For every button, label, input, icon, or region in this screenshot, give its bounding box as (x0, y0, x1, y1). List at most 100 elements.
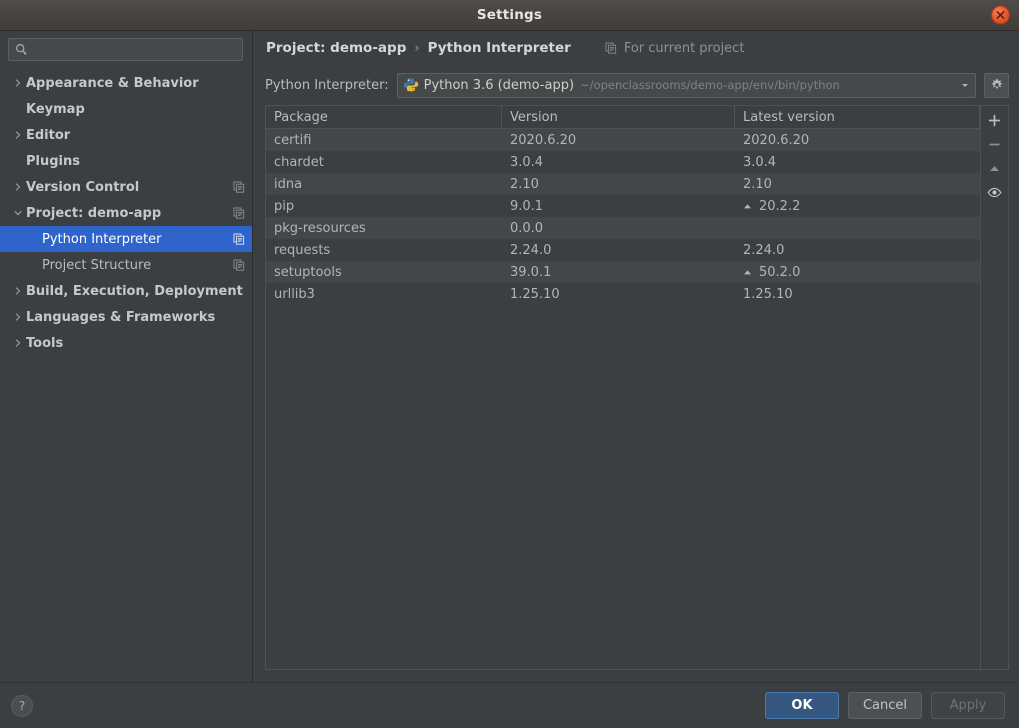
cancel-button[interactable]: Cancel (847, 692, 922, 719)
sidebar-item-editor[interactable]: Editor (0, 122, 252, 148)
column-header-latest-version[interactable]: Latest version (735, 106, 980, 128)
packages-table-area: Package Version Latest version certifi 2… (265, 105, 1009, 670)
python-venv-icon (403, 77, 419, 93)
chevron-right-icon[interactable] (10, 183, 26, 191)
table-row[interactable]: urllib3 1.25.10 1.25.10 (266, 283, 980, 305)
cell-package: pip (274, 198, 295, 214)
cell-version: 0.0.0 (510, 220, 544, 236)
close-icon[interactable] (991, 5, 1010, 25)
table-row[interactable]: idna 2.10 2.10 (266, 173, 980, 195)
ok-button[interactable]: OK (764, 692, 839, 719)
cell-package: pkg-resources (274, 220, 366, 236)
column-header-package[interactable]: Package (266, 106, 502, 128)
cell-version: 2.24.0 (510, 242, 552, 258)
dialog-body: Appearance & Behavior Keymap Editor Plug… (0, 31, 1019, 682)
show-early-releases-button[interactable] (982, 181, 1008, 203)
sidebar-item-build-execution-deployment[interactable]: Build, Execution, Deployment (0, 278, 252, 304)
scope-hint-label: For current project (623, 40, 745, 56)
sidebar-item-tools[interactable]: Tools (0, 330, 252, 356)
title-bar: Settings (0, 0, 1019, 31)
chevron-down-icon[interactable] (10, 209, 26, 217)
search-input[interactable] (32, 42, 236, 57)
chevron-right-icon[interactable] (10, 339, 26, 347)
interpreter-settings-button[interactable] (984, 72, 1009, 98)
sidebar-item-appearance-behavior[interactable]: Appearance & Behavior (0, 70, 252, 96)
cell-latest-version: 2.10 (735, 173, 980, 195)
latest-version-text: 3.0.4 (743, 154, 777, 170)
cell-latest-version: 2020.6.20 (735, 129, 980, 151)
latest-version-text: 50.2.0 (759, 264, 801, 280)
search-box[interactable] (8, 38, 243, 61)
apply-button: Apply (931, 692, 1005, 719)
cell-latest-version: 1.25.10 (735, 283, 980, 305)
sidebar-item-languages-frameworks[interactable]: Languages & Frameworks (0, 304, 252, 330)
interpreter-name: Python 3.6 (demo-app) (423, 77, 575, 93)
table-row[interactable]: requests 2.24.0 2.24.0 (266, 239, 980, 261)
dialog-footer: ? OK Cancel Apply (0, 682, 1019, 728)
sidebar-item-label: Project Structure (42, 257, 152, 273)
cell-latest-version (735, 217, 980, 239)
cell-package: chardet (274, 154, 324, 170)
copy-module-icon (232, 258, 246, 272)
sidebar-item-project-demo-app[interactable]: Project: demo-app (0, 200, 252, 226)
cell-latest-version: 3.0.4 (735, 151, 980, 173)
column-header-version[interactable]: Version (502, 106, 735, 128)
chevron-right-icon[interactable] (10, 287, 26, 295)
settings-dialog: Settings Appearance & Behavior Keymap Ed… (0, 0, 1019, 728)
breadcrumb-root[interactable]: Project: demo-app (266, 40, 406, 56)
sidebar-item-label: Languages & Frameworks (26, 309, 216, 325)
chevron-right-icon[interactable] (10, 79, 26, 87)
sidebar-item-keymap[interactable]: Keymap (0, 96, 252, 122)
triangle-up-icon (988, 162, 1001, 175)
chevron-down-icon[interactable] (955, 80, 975, 90)
table-row[interactable]: certifi 2020.6.20 2020.6.20 (266, 129, 980, 151)
cell-package: certifi (274, 132, 312, 148)
cell-package: idna (274, 176, 303, 192)
breadcrumb: Project: demo-app › Python Interpreter F… (265, 31, 1009, 65)
plus-icon (988, 114, 1001, 127)
cell-package: urllib3 (274, 286, 315, 302)
copy-module-icon (232, 180, 246, 194)
table-row[interactable]: setuptools 39.0.1 50.2.0 (266, 261, 980, 283)
triangle-up-icon (743, 268, 752, 277)
search-icon (15, 43, 28, 56)
add-package-button[interactable] (982, 109, 1008, 131)
sidebar-item-label: Editor (26, 127, 71, 143)
chevron-right-icon[interactable] (10, 313, 26, 321)
table-row[interactable]: pkg-resources 0.0.0 (266, 217, 980, 239)
sidebar-item-version-control[interactable]: Version Control (0, 174, 252, 200)
cell-latest-version: 50.2.0 (735, 261, 980, 283)
scope-hint: For current project (604, 40, 745, 56)
table-header: Package Version Latest version (266, 106, 980, 129)
sidebar-item-label: Keymap (26, 101, 85, 117)
sidebar-item-label: Plugins (26, 153, 80, 169)
sidebar-item-python-interpreter[interactable]: Python Interpreter (0, 226, 252, 252)
sidebar-item-label: Appearance & Behavior (26, 75, 199, 91)
help-button[interactable]: ? (11, 694, 33, 717)
upgrade-package-button[interactable] (982, 157, 1008, 179)
sidebar-item-label: Python Interpreter (42, 231, 162, 247)
interpreter-select[interactable]: Python 3.6 (demo-app) ~/openclassrooms/d… (396, 72, 976, 98)
window-title: Settings (476, 7, 543, 23)
eye-icon (987, 186, 1002, 199)
chevron-right-icon[interactable] (10, 131, 26, 139)
table-body: certifi 2020.6.20 2020.6.20 chardet 3.0.… (266, 129, 980, 669)
remove-package-button[interactable] (982, 133, 1008, 155)
cell-version: 9.0.1 (510, 198, 544, 214)
cell-version: 39.0.1 (510, 264, 552, 280)
sidebar-item-plugins[interactable]: Plugins (0, 148, 252, 174)
packages-toolbar (980, 105, 1009, 670)
interpreter-path: ~/openclassrooms/demo-app/env/bin/python (580, 78, 840, 92)
latest-version-text: 20.2.2 (759, 198, 801, 214)
gear-icon (990, 78, 1004, 92)
cell-version: 2.10 (510, 176, 539, 192)
cell-package: requests (274, 242, 331, 258)
table-row[interactable]: pip 9.0.1 20.2.2 (266, 195, 980, 217)
interpreter-label: Python Interpreter: (265, 77, 389, 93)
sidebar-item-project-structure[interactable]: Project Structure (0, 252, 252, 278)
table-row[interactable]: chardet 3.0.4 3.0.4 (266, 151, 980, 173)
settings-tree: Appearance & Behavior Keymap Editor Plug… (0, 68, 252, 682)
latest-version-text: 2020.6.20 (743, 132, 810, 148)
sidebar-item-label: Build, Execution, Deployment (26, 283, 243, 299)
triangle-up-icon (743, 202, 752, 211)
